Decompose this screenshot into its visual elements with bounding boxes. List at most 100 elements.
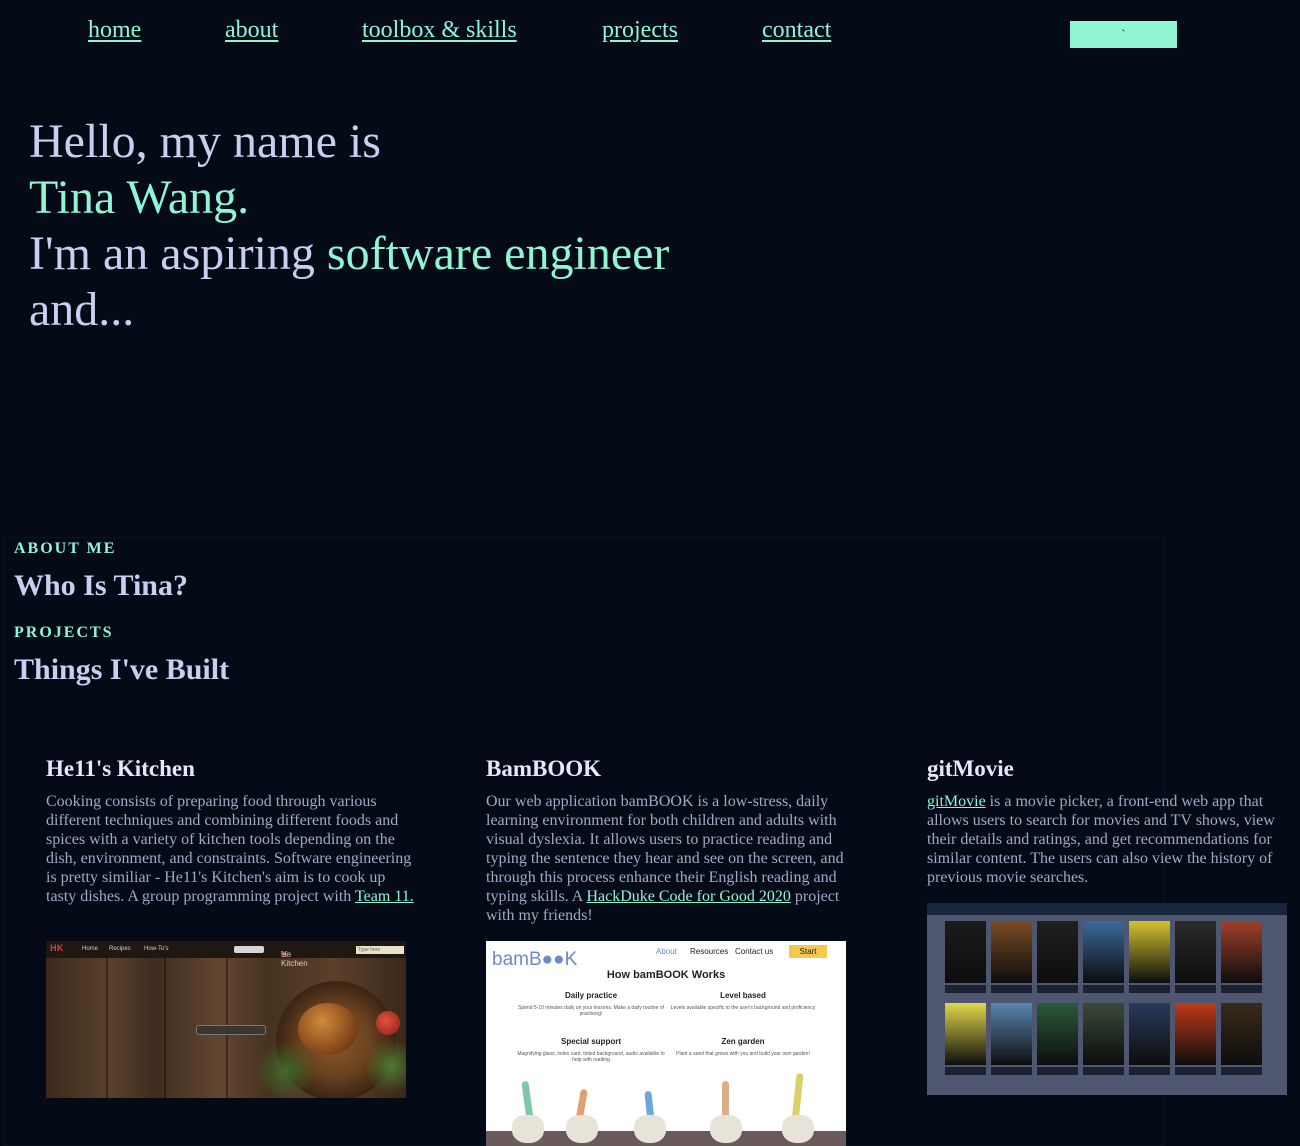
about-title: Who Is Tina?	[14, 569, 188, 602]
gitmovie-app-label: gitMovie	[975, 905, 994, 911]
hero-and: and...	[29, 283, 135, 336]
project-card-hells-kitchen: He11's Kitchen Cooking consists of prepa…	[46, 756, 416, 906]
hackduke-link[interactable]: HackDuke Code for Good 2020	[586, 888, 790, 905]
kitchen-hero-search	[196, 1025, 266, 1035]
movie-caption	[1175, 1067, 1216, 1075]
movie-poster	[1083, 1003, 1124, 1065]
movie-caption	[945, 1067, 986, 1075]
nav-link-toolbox-skills[interactable]: toolbox & skills	[362, 17, 517, 44]
wood-plank	[106, 958, 108, 1098]
feature-title: Zen garden	[721, 1037, 765, 1046]
bambook-logo: bamB●●K	[492, 949, 578, 970]
bambook-feature: Zen garden Plant a seed that grows with y…	[668, 1037, 818, 1057]
projects-eyebrow: PROJECTS	[14, 624, 114, 641]
burger-image	[298, 1003, 358, 1055]
movie-poster	[1129, 1003, 1170, 1065]
movie-caption	[1083, 1067, 1124, 1075]
wood-plank	[164, 958, 166, 1098]
movie-poster	[1037, 1003, 1078, 1065]
hero-name: Tina Wang.	[29, 171, 250, 224]
bambook-feature: Daily practice Spend 5-10 minutes daily o…	[516, 991, 666, 1017]
movie-caption	[1037, 1067, 1078, 1075]
gitmovie-search-bar	[1087, 906, 1115, 910]
feature-desc: Plant a seed that grows with you and bui…	[676, 1051, 810, 1057]
movie-poster	[1129, 921, 1170, 983]
nav-link-projects[interactable]: projects	[602, 17, 678, 44]
movie-caption	[1083, 985, 1124, 993]
feature-title: Special support	[560, 1037, 621, 1046]
feature-title: Level based	[720, 991, 766, 1000]
project-title: gitMovie	[927, 756, 1014, 781]
nav-link-home[interactable]: home	[88, 17, 141, 44]
movie-poster	[1175, 921, 1216, 983]
gitmovie-search-button	[1209, 906, 1237, 910]
gitmovie-link[interactable]: gitMovie	[927, 793, 986, 810]
project-description: gitMovie is a movie picker, a front-end …	[927, 792, 1297, 887]
movie-caption	[1175, 985, 1216, 993]
movie-poster	[1175, 1003, 1216, 1065]
movie-caption	[1221, 1067, 1262, 1075]
herb-image	[256, 1041, 316, 1098]
gitmovie-screenshot[interactable]: gitMovie	[927, 903, 1287, 1095]
bambook-heading: How bamBOOK Works	[606, 969, 726, 981]
resume-button[interactable]: `	[1070, 21, 1177, 48]
hero-tagline-prefix: I'm an aspiring	[29, 227, 327, 280]
project-card-bambook: BamBOOK Our web application bamBOOK is a…	[486, 756, 856, 925]
movie-poster	[1083, 921, 1124, 983]
hero-tagline-accent: software engineer	[326, 227, 670, 280]
movie-poster	[945, 921, 986, 983]
bambook-nav-contact: Contact us	[735, 947, 774, 956]
bambook-start-button: Start	[789, 945, 827, 958]
project-card-gitmovie: gitMovie gitMovie is a movie picker, a f…	[927, 756, 1297, 887]
bambook-nav-resources: Resources	[690, 947, 729, 956]
movie-poster	[991, 921, 1032, 983]
kitchen-nav-home: Home	[82, 946, 99, 952]
movie-caption	[1129, 1067, 1170, 1075]
movie-poster	[945, 1003, 986, 1065]
pot-image	[710, 1115, 742, 1143]
movie-poster	[1221, 1003, 1262, 1065]
projects-title: Things I've Built	[14, 653, 230, 686]
movie-caption	[991, 985, 1032, 993]
feature-desc: Magnifying glass, index card, tinted bac…	[517, 1051, 665, 1063]
project-title: BamBOOK	[486, 756, 602, 781]
bambook-nav-about: About	[656, 947, 677, 956]
hells-kitchen-screenshot[interactable]: 𝐇𝐊 Home Recipes How-To's He 11's Kitchen …	[46, 941, 406, 1098]
hero-tagline: I'm an aspiring software engineer	[29, 226, 669, 282]
project-description: Our web application bamBOOK is a low-str…	[486, 792, 856, 925]
movie-caption	[1221, 985, 1262, 993]
movie-caption	[991, 1067, 1032, 1075]
movie-caption	[1129, 985, 1170, 993]
pot-image	[782, 1115, 814, 1143]
movie-caption	[1037, 985, 1078, 993]
movie-caption	[945, 985, 986, 993]
pot-image	[566, 1115, 598, 1143]
movie-poster	[1221, 921, 1262, 983]
kitchen-logo-icon: 𝐇𝐊	[50, 943, 64, 953]
pot-image	[634, 1115, 666, 1143]
about-eyebrow: ABOUT ME	[14, 540, 117, 557]
nav-link-about[interactable]: about	[225, 17, 278, 44]
movie-poster	[991, 1003, 1032, 1065]
feature-desc: Spend 5-10 minutes daily on your lessons…	[518, 1005, 664, 1017]
project-title: He11's Kitchen	[46, 756, 195, 781]
nav-link-contact[interactable]: contact	[762, 17, 831, 44]
feature-desc: Levels available specific to the user's …	[670, 1005, 816, 1011]
bambook-feature: Level based Levels available specific to …	[668, 991, 818, 1011]
kitchen-search-button	[234, 946, 264, 953]
kitchen-brand-suffix: 's Kitchen	[281, 950, 308, 968]
top-nav: home about toolbox & skills projects con…	[0, 14, 1300, 54]
tomato-image	[376, 1011, 400, 1035]
hero-intro: Hello, my name is Tina Wang. I'm an aspi…	[29, 114, 669, 338]
kitchen-navbar: 𝐇𝐊 Home Recipes How-To's He 11's Kitchen …	[46, 941, 406, 968]
kitchen-search-input: Type here	[356, 946, 404, 954]
kitchen-search-placeholder: Type here	[358, 947, 381, 953]
team-11-link[interactable]: Team 11.	[355, 888, 414, 905]
bambook-screenshot[interactable]: bamB●●K About Resources Contact us Start…	[486, 941, 846, 1146]
pot-image	[512, 1115, 544, 1143]
kitchen-nav-howtos: How-To's	[144, 946, 169, 952]
kitchen-nav-recipes: Recipes	[109, 946, 131, 952]
project-description: Cooking consists of preparing food throu…	[46, 792, 416, 906]
feature-title: Daily practice	[564, 991, 618, 1000]
bambook-feature: Special support Magnifying glass, index c…	[516, 1037, 666, 1063]
